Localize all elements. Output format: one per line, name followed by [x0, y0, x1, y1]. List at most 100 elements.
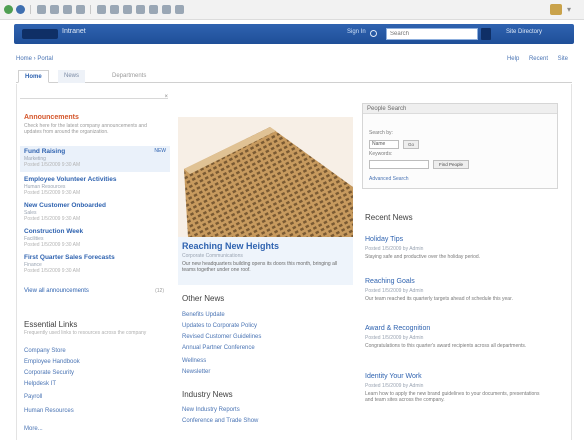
feature-title[interactable]: Reaching New Heights: [182, 241, 279, 251]
recent-news-item-title[interactable]: Identity Your Work: [365, 373, 422, 380]
logo[interactable]: [22, 29, 58, 39]
people-search-header: People Search: [363, 104, 557, 114]
announcement-date: Posted 1/5/2009 9:30 AM: [24, 242, 81, 248]
industry-news-title: Industry News: [182, 390, 233, 399]
other-news-link[interactable]: Updates to Corporate Policy: [182, 323, 257, 329]
announcement-item[interactable]: First Quarter Sales Forecasts Finance Po…: [20, 252, 170, 278]
toolbar-divider: [90, 5, 91, 14]
announcement-date: Posted 1/5/2009 9:30 AM: [24, 216, 81, 222]
recent-news-item-title[interactable]: Award & Recognition: [365, 325, 430, 332]
people-search-title: People Search: [367, 106, 407, 112]
building-facade: [184, 127, 353, 237]
breadcrumb[interactable]: Home › Portal: [16, 56, 53, 62]
announcement-date: Posted 1/5/2009 9:30 AM: [24, 268, 81, 274]
mail-icon[interactable]: [110, 5, 119, 14]
more-links-link[interactable]: More...: [24, 426, 43, 432]
windows-flag-icon: [550, 4, 562, 15]
keywords-input[interactable]: [369, 160, 429, 169]
new-badge: NEW: [154, 148, 166, 154]
site-title[interactable]: Intranet: [62, 28, 86, 35]
essential-link[interactable]: Payroll: [24, 394, 42, 400]
recent-news-item-meta: Posted 1/5/2009 by Admin: [365, 383, 424, 389]
essential-link[interactable]: Employee Handbook: [24, 359, 80, 365]
announcement-title[interactable]: First Quarter Sales Forecasts: [24, 254, 115, 261]
back-icon[interactable]: [4, 5, 13, 14]
essential-link[interactable]: Corporate Security: [24, 370, 74, 376]
search-button[interactable]: [481, 28, 491, 40]
announcement-date: Posted 1/5/2009 9:30 AM: [24, 162, 81, 168]
tab-departments[interactable]: Departments: [106, 70, 152, 83]
essential-links-description: Frequently used links to resources acros…: [24, 330, 147, 336]
toolbar-divider: [30, 5, 31, 14]
research-icon[interactable]: [175, 5, 184, 14]
other-news-link[interactable]: Revised Customer Guidelines: [182, 334, 261, 340]
announcements-count: (12): [155, 288, 164, 294]
view-all-announcements-link[interactable]: View all announcements: [24, 288, 89, 294]
feature-meta: Corporate Communications: [182, 253, 243, 259]
recent-news-title: Recent News: [365, 213, 413, 222]
essential-link[interactable]: Human Resources: [24, 408, 74, 414]
announcement-item[interactable]: Construction Week Facilities Posted 1/5/…: [20, 226, 170, 252]
find-people-button[interactable]: Find People: [433, 160, 469, 169]
feature-image[interactable]: [178, 117, 353, 237]
recent-news-item-description: Learn how to apply the new brand guideli…: [365, 391, 540, 403]
favorites-icon[interactable]: [76, 5, 85, 14]
announcement-item[interactable]: Fund Raising NEW Marketing Posted 1/5/20…: [20, 146, 170, 172]
tab-bar: Home News Departments: [16, 70, 572, 83]
edit-icon[interactable]: [136, 5, 145, 14]
recent-news-item-description: Staying safe and productive over the hol…: [365, 254, 481, 260]
history-icon[interactable]: [97, 5, 106, 14]
search-by-select[interactable]: Name: [369, 140, 399, 149]
subnav-link[interactable]: Recent: [529, 56, 548, 62]
search-by-label: Search by:: [369, 130, 393, 136]
tools-icon[interactable]: [162, 5, 171, 14]
recent-news-item-meta: Posted 1/5/2009 by Admin: [365, 288, 424, 294]
home-icon[interactable]: [63, 5, 72, 14]
announcement-title[interactable]: Employee Volunteer Activities: [24, 176, 116, 183]
close-icon[interactable]: ×: [164, 94, 168, 100]
subnav-links: Help Recent Site: [499, 56, 568, 62]
keywords-label: Keywords:: [369, 151, 393, 157]
forward-icon[interactable]: [16, 5, 25, 14]
discuss-icon[interactable]: [149, 5, 158, 14]
announcement-title[interactable]: Fund Raising: [24, 148, 65, 155]
other-news-title: Other News: [182, 294, 225, 303]
chevron-down-icon[interactable]: ▾: [567, 4, 575, 15]
divider: [20, 98, 168, 99]
people-search-box: People Search Search by: Name Go Keyword…: [362, 103, 558, 189]
industry-news-link[interactable]: Conference and Trade Show: [182, 418, 258, 424]
essential-link[interactable]: Company Store: [24, 348, 66, 354]
browser-toolbar: ▾: [0, 0, 584, 20]
stop-icon[interactable]: [37, 5, 46, 14]
search-scope-icon[interactable]: [370, 30, 377, 37]
print-icon[interactable]: [123, 5, 132, 14]
site-header: Intranet Sign In Site Directory: [14, 24, 574, 44]
subnav-link[interactable]: Site: [558, 56, 568, 62]
other-news-link[interactable]: Annual Partner Conference: [182, 345, 255, 351]
search-input[interactable]: [386, 28, 478, 40]
announcement-date: Posted 1/5/2009 9:30 AM: [24, 190, 81, 196]
announcement-title[interactable]: Construction Week: [24, 228, 83, 235]
announcements-title: Announcements: [24, 114, 79, 121]
announcement-item[interactable]: Employee Volunteer Activities Human Reso…: [20, 174, 170, 200]
recent-news-item-description: Our team reached its quarterly targets a…: [365, 296, 513, 302]
tab-home[interactable]: Home: [18, 70, 49, 83]
advanced-search-link[interactable]: Advanced Search: [369, 176, 408, 182]
go-button[interactable]: Go: [403, 140, 419, 149]
announcements-description: Check here for the latest company announ…: [24, 123, 147, 135]
announcement-item[interactable]: New Customer Onboarded Sales Posted 1/5/…: [20, 200, 170, 226]
tab-news[interactable]: News: [58, 70, 86, 83]
site-directory-link[interactable]: Site Directory: [506, 29, 542, 35]
essential-link[interactable]: Helpdesk IT: [24, 381, 56, 387]
sign-in-link[interactable]: Sign In: [347, 29, 366, 35]
recent-news-item-title[interactable]: Holiday Tips: [365, 236, 403, 243]
refresh-icon[interactable]: [50, 5, 59, 14]
other-news-link[interactable]: Benefits Update: [182, 312, 225, 318]
subnav-link[interactable]: Help: [507, 56, 519, 62]
other-news-link[interactable]: Wellness: [182, 358, 206, 364]
recent-news-item-meta: Posted 1/5/2009 by Admin: [365, 246, 424, 252]
announcement-title[interactable]: New Customer Onboarded: [24, 202, 106, 209]
industry-news-link[interactable]: New Industry Reports: [182, 407, 240, 413]
recent-news-item-title[interactable]: Reaching Goals: [365, 278, 415, 285]
other-news-link[interactable]: Newsletter: [182, 369, 210, 375]
